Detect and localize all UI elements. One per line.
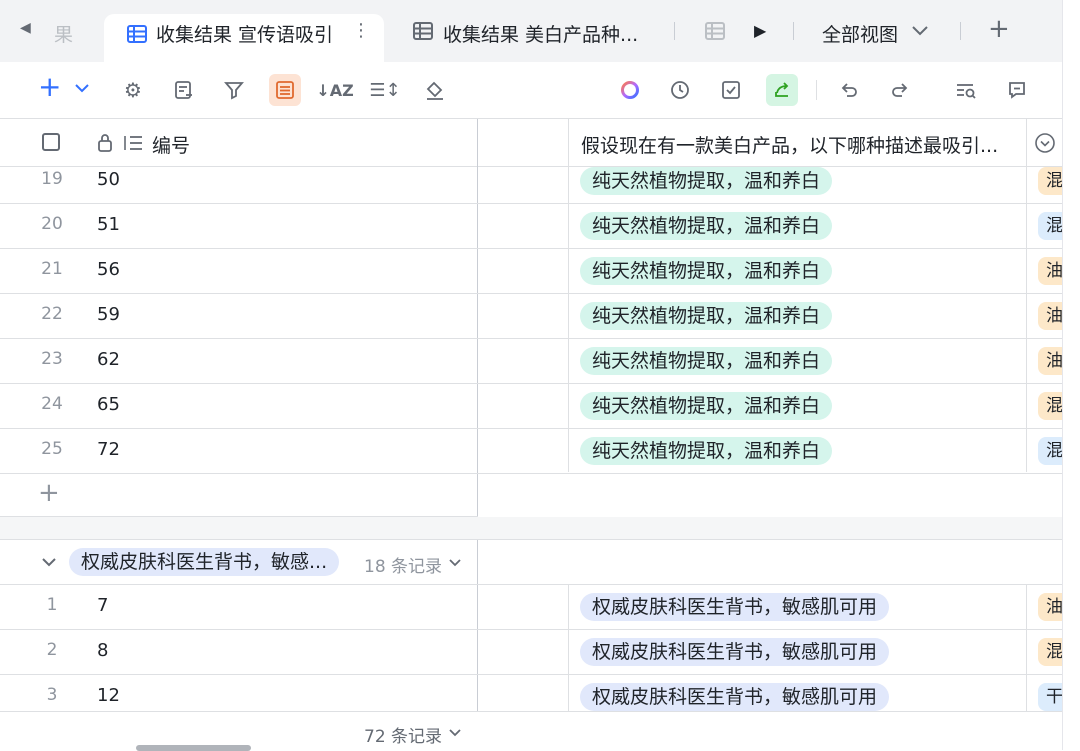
table-row[interactable]: 2 8 权威皮肤科医生背书，敏感肌可用混 (0, 630, 1076, 675)
tab-divider (960, 22, 961, 40)
id-cell[interactable]: 56 (97, 259, 120, 280)
table-row[interactable]: 1 7 权威皮肤科医生背书，敏感肌可用油 (0, 585, 1076, 630)
gear-icon[interactable]: ⚙ (117, 74, 149, 106)
row-number: 19 (41, 169, 63, 189)
table-row[interactable]: 24 65 纯天然植物提取，温和养白混 (0, 384, 1076, 429)
form-icon[interactable] (168, 74, 200, 106)
history-icon[interactable] (664, 74, 696, 106)
grid-footer: 72 条记录 (0, 711, 478, 751)
scroll-left-icon[interactable]: ◀ (20, 20, 31, 36)
option-tag[interactable]: 纯天然植物提取，温和养白 (580, 347, 833, 375)
id-cell[interactable]: 72 (97, 439, 120, 460)
table-row[interactable]: 25 72 纯天然植物提取，温和养白混 (0, 429, 1076, 474)
row-number: 24 (41, 394, 63, 414)
add-row[interactable]: + (0, 472, 478, 517)
field-list-icon (124, 136, 142, 150)
table-row[interactable]: 23 62 纯天然植物提取，温和养白油 (0, 339, 1076, 384)
play-icon[interactable]: ▶ (754, 21, 766, 40)
row-number: 23 (41, 349, 63, 369)
check-square-icon[interactable] (715, 74, 747, 106)
tab-divider (793, 22, 794, 40)
option-tag[interactable]: 权威皮肤科医生背书，敏感肌可用 (580, 638, 890, 666)
redo-icon[interactable] (884, 74, 916, 106)
sort-icon[interactable]: ↓AZ (316, 74, 353, 106)
column-header-id[interactable]: 编号 (152, 131, 190, 158)
chevron-down-icon[interactable] (74, 82, 90, 94)
row-number: 25 (41, 439, 63, 459)
table-icon[interactable] (704, 20, 726, 42)
id-cell[interactable]: 7 (97, 595, 108, 616)
id-cell[interactable]: 8 (97, 640, 108, 661)
select-all-checkbox[interactable] (42, 133, 60, 151)
all-views-dropdown[interactable]: 全部视图 (822, 20, 898, 47)
table-icon (413, 22, 433, 40)
filter-icon[interactable] (218, 74, 250, 106)
id-cell[interactable]: 51 (97, 214, 120, 235)
option-tag[interactable]: 纯天然植物提取，温和养白 (580, 392, 833, 420)
toolbar: + ⚙ ↓AZ ☰↕ (0, 62, 1062, 119)
lock-icon (98, 134, 112, 152)
option-tag[interactable]: 纯天然植物提取，温和养白 (580, 167, 833, 195)
id-cell[interactable]: 50 (97, 169, 120, 190)
row-number: 1 (46, 595, 58, 615)
horizontal-scrollbar[interactable] (136, 745, 251, 751)
id-cell[interactable]: 62 (97, 349, 120, 370)
group-gap (0, 517, 1062, 540)
tab-second[interactable]: 收集结果 美白产品种... (443, 20, 638, 47)
add-record-plus-icon[interactable]: + (38, 72, 61, 102)
option-tag[interactable]: 纯天然植物提取，温和养白 (580, 302, 833, 330)
toolbar-divider (816, 80, 817, 100)
column-header-question[interactable]: 假设现在有一款美白产品，以下哪种描述最吸引... (581, 131, 998, 158)
tab-active[interactable]: 收集结果 宣传语吸引 ⋮ (104, 14, 384, 62)
list-icon[interactable] (269, 74, 301, 106)
id-cell[interactable]: 12 (97, 685, 120, 706)
table-row[interactable]: 19 50 纯天然植物提取，温和养白混 (0, 159, 1076, 204)
right-side-panel (1062, 0, 1080, 750)
chevron-down-icon[interactable] (910, 24, 930, 38)
tab-active-label: 收集结果 宣传语吸引 (156, 24, 334, 46)
tab-bar: ◀ 果 收集结果 宣传语吸引 ⋮ 收集结果 美白产品种... ▶ 全部视图 + (0, 0, 1062, 62)
undo-icon[interactable] (833, 74, 865, 106)
search-icon[interactable] (950, 74, 982, 106)
row-number: 3 (46, 685, 58, 705)
group-record-count: 18 条记录 (364, 557, 443, 577)
chevron-down-icon[interactable] (40, 556, 58, 568)
more-vertical-icon[interactable]: ⋮ (352, 20, 370, 41)
chevron-down-icon[interactable] (448, 728, 462, 738)
option-tag[interactable]: 权威皮肤科医生背书，敏感肌可用 (580, 683, 890, 711)
ai-ring-icon[interactable] (614, 74, 646, 106)
table-icon (127, 25, 147, 43)
table-row[interactable]: 21 56 纯天然植物提取，温和养白油 (0, 249, 1076, 294)
id-cell[interactable]: 59 (97, 304, 120, 325)
group-label-tag: 权威皮肤科医生背书，敏感... (69, 548, 340, 576)
share-icon[interactable] (766, 74, 798, 106)
paint-bucket-icon[interactable] (419, 74, 451, 106)
id-cell[interactable]: 65 (97, 394, 120, 415)
tab-previous-partial[interactable]: 果 (54, 20, 73, 47)
row-number: 20 (41, 214, 63, 234)
row-height-icon[interactable]: ☰↕ (369, 74, 401, 106)
row-number: 2 (46, 640, 58, 660)
table-row[interactable]: 20 51 纯天然植物提取，温和养白混 (0, 204, 1076, 249)
table-row[interactable]: 22 59 纯天然植物提取，温和养白油 (0, 294, 1076, 339)
chevron-down-icon[interactable] (448, 558, 462, 568)
comment-icon[interactable] (1001, 74, 1033, 106)
option-tag[interactable]: 权威皮肤科医生背书，敏感肌可用 (580, 593, 890, 621)
plus-icon[interactable]: + (38, 478, 60, 508)
row-number: 22 (41, 304, 63, 324)
option-tag[interactable]: 纯天然植物提取，温和养白 (580, 437, 833, 465)
total-record-count: 72 条记录 (364, 727, 443, 747)
dropdown-circle-icon[interactable] (1034, 132, 1056, 154)
group-header[interactable]: 权威皮肤科医生背书，敏感... 18 条记录 (0, 540, 1062, 585)
option-tag[interactable]: 纯天然植物提取，温和养白 (580, 212, 833, 240)
add-view-plus-icon[interactable]: + (988, 14, 1010, 44)
tab-divider (674, 22, 675, 40)
option-tag[interactable]: 纯天然植物提取，温和养白 (580, 257, 833, 285)
grid-footer-right (478, 711, 1062, 751)
row-number: 21 (41, 259, 63, 279)
